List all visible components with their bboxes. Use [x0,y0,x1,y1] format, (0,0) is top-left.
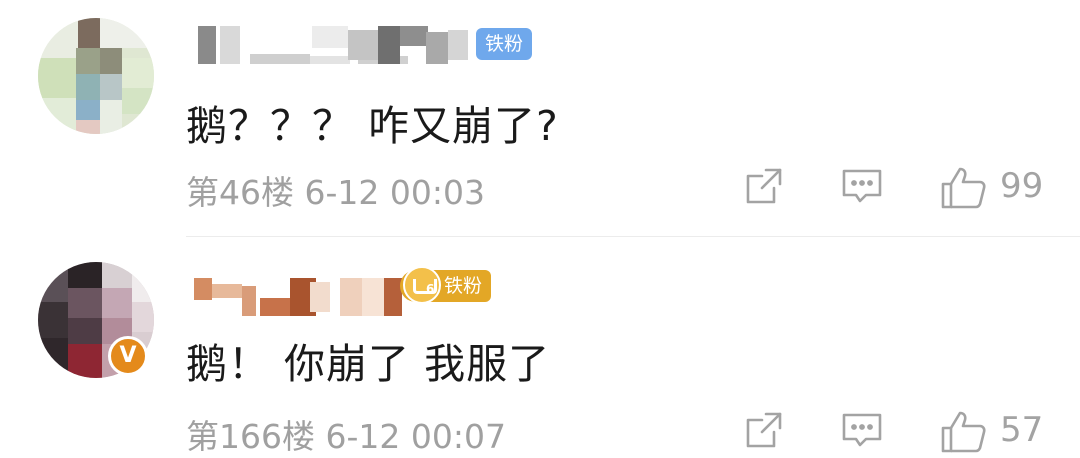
floor-number: 第46楼 [186,173,294,212]
fan-badge[interactable]: 6 铁粉 [400,266,492,304]
comment-text: 鹅！ 你崩了 我服了 [186,340,551,388]
share-icon [744,166,784,206]
divider [186,236,1080,237]
comment-time: 6-12 00:07 [325,417,507,456]
crown-icon: 6 [403,266,441,304]
comment-meta: 第166楼 6-12 00:07 [186,410,506,458]
comment-item: 铁粉 鹅？？？ 咋又崩了? 第46楼 6-12 00:03 99 [0,0,1080,238]
share-button[interactable] [744,166,784,206]
reply-button[interactable] [840,166,884,206]
comment-time: 6-12 00:03 [304,173,486,212]
verified-badge: V [108,336,148,376]
thumbs-up-icon [940,166,988,210]
avatar[interactable] [38,18,154,134]
reply-button[interactable] [840,410,884,450]
comment-text: 鹅？？？ 咋又崩了? [186,102,559,150]
share-button[interactable] [744,410,784,450]
comment-icon [840,410,884,450]
share-icon [744,410,784,450]
floor-number: 第166楼 [186,417,315,456]
thumbs-up-icon [940,410,988,454]
like-button[interactable]: 57 [940,410,1043,454]
comment-meta: 第46楼 6-12 00:03 [186,166,485,214]
comment-item: V 6 铁粉 鹅！ 你崩了 我服了 第166楼 6-12 00:07 57 [0,238,1080,456]
like-count: 99 [1000,166,1044,206]
comment-icon [840,166,884,206]
like-button[interactable]: 99 [940,166,1043,210]
fan-badge-label: 铁粉 [444,275,483,297]
fan-badge[interactable]: 铁粉 [476,28,533,60]
like-count: 57 [1000,410,1044,450]
